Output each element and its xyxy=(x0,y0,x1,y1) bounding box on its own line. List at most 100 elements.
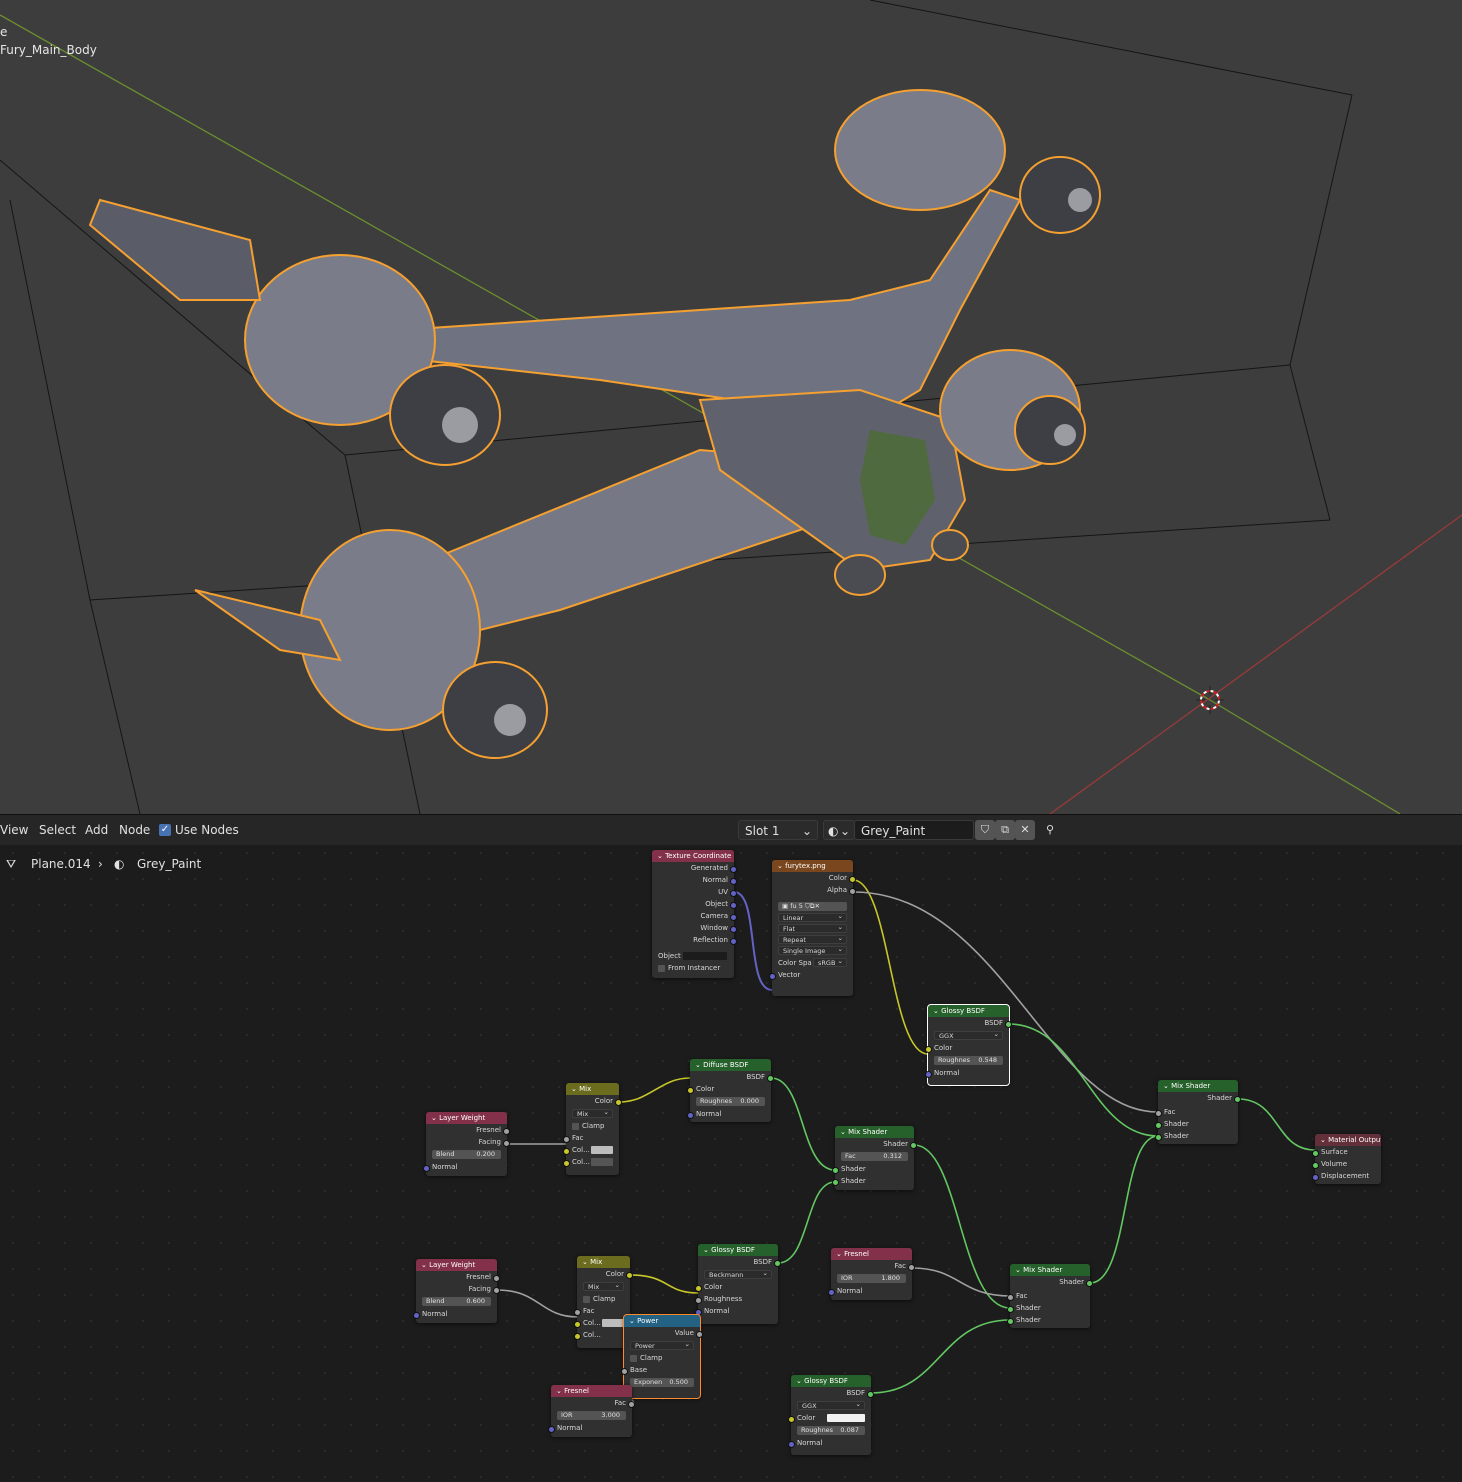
node-header[interactable]: Glossy BSDF xyxy=(791,1375,871,1387)
source-dropdown[interactable]: Single Image xyxy=(778,945,847,955)
roughness-field[interactable]: Roughnes 0.548 xyxy=(934,1056,1003,1065)
socket[interactable] xyxy=(493,1274,500,1282)
socket[interactable] xyxy=(503,1139,510,1147)
socket[interactable] xyxy=(730,913,737,921)
socket[interactable] xyxy=(413,1311,420,1319)
socket[interactable] xyxy=(1007,1293,1014,1301)
node-header[interactable]: Mix Shader xyxy=(1010,1264,1090,1276)
node-header[interactable]: Layer Weight xyxy=(416,1259,497,1271)
object-picker[interactable] xyxy=(683,952,728,960)
node-header[interactable]: Mix xyxy=(566,1083,619,1095)
node-header[interactable]: Fresnel xyxy=(551,1385,632,1397)
socket[interactable] xyxy=(767,1074,774,1082)
image-action-icons[interactable]: ⛉⧉✕ xyxy=(805,902,820,910)
socket[interactable] xyxy=(1007,1317,1014,1325)
socket[interactable] xyxy=(1005,1020,1012,1028)
ior-field[interactable]: IOR 3.000 xyxy=(557,1411,626,1420)
socket[interactable] xyxy=(687,1111,694,1119)
node-fresnel-2[interactable]: Fresnel Fac IOR 3.000 Normal xyxy=(548,1385,635,1437)
socket[interactable] xyxy=(832,1166,839,1174)
socket[interactable] xyxy=(423,1164,430,1172)
socket[interactable] xyxy=(908,1263,915,1271)
socket[interactable] xyxy=(574,1320,581,1328)
shader-node-editor[interactable]: View Select Add Node ✓ Use Nodes Slot 1 ⌄… xyxy=(0,814,1462,1482)
node-mix-shader-1[interactable]: Mix Shader Shader Fac 0.312 Shader Shader xyxy=(832,1126,917,1190)
socket[interactable] xyxy=(628,1400,635,1408)
blend-field[interactable]: Blend 0.600 xyxy=(422,1297,491,1306)
fac-field[interactable]: Fac 0.312 xyxy=(841,1152,908,1161)
operation-dropdown[interactable]: Power xyxy=(630,1340,694,1350)
node-image-texture[interactable]: furytex.png Color Alpha ▣ fu 5 ⛉⧉✕ Linea… xyxy=(769,860,856,996)
socket[interactable] xyxy=(925,1070,932,1078)
socket[interactable] xyxy=(1312,1161,1319,1169)
node-mix-rgb-2[interactable]: Mix Color Mix Clamp Fac Col... Col... xyxy=(574,1256,633,1348)
socket[interactable] xyxy=(574,1332,581,1340)
node-header[interactable]: Texture Coordinate xyxy=(652,850,734,862)
socket[interactable] xyxy=(910,1141,917,1149)
socket[interactable] xyxy=(1155,1109,1162,1117)
socket[interactable] xyxy=(849,875,856,883)
socket[interactable] xyxy=(832,1178,839,1186)
color-swatch[interactable] xyxy=(827,1414,865,1422)
distribution-dropdown[interactable]: Beckmann xyxy=(704,1269,772,1279)
roughness-field[interactable]: Roughnes 0.087 xyxy=(797,1426,865,1435)
socket[interactable] xyxy=(867,1390,874,1398)
node-glossy-bsdf-1[interactable]: Glossy BSDF BSDF GGX Color Roughnes 0.548… xyxy=(925,1004,1012,1086)
socket[interactable] xyxy=(1312,1173,1319,1181)
socket[interactable] xyxy=(1007,1305,1014,1313)
node-glossy-bsdf-3[interactable]: Glossy BSDF BSDF GGX Color Roughnes 0.087… xyxy=(788,1375,874,1455)
socket[interactable] xyxy=(730,889,737,897)
socket[interactable] xyxy=(788,1440,795,1448)
object-field[interactable]: Object xyxy=(652,950,734,962)
node-header[interactable]: Diffuse BSDF xyxy=(690,1059,771,1071)
roughness-field[interactable]: Roughnes 0.000 xyxy=(696,1097,765,1106)
node-header[interactable]: Glossy BSDF xyxy=(928,1005,1009,1017)
socket[interactable] xyxy=(563,1159,570,1167)
checkbox[interactable] xyxy=(572,1122,579,1130)
socket[interactable] xyxy=(1312,1149,1319,1157)
socket[interactable] xyxy=(626,1271,633,1279)
socket[interactable] xyxy=(695,1296,702,1304)
socket[interactable] xyxy=(687,1086,694,1094)
node-glossy-bsdf-2[interactable]: Glossy BSDF BSDF Beckmann Color Roughnes… xyxy=(695,1244,781,1324)
node-diffuse-bsdf[interactable]: Diffuse BSDF BSDF Color Roughnes 0.000 No… xyxy=(687,1059,774,1122)
distribution-dropdown[interactable]: GGX xyxy=(797,1400,865,1410)
node-layer-weight-1[interactable]: Layer Weight Fresnel Facing Blend 0.200 N… xyxy=(423,1112,510,1176)
color-swatch[interactable] xyxy=(602,1319,624,1327)
blend-field[interactable]: Blend 0.200 xyxy=(432,1150,501,1159)
socket[interactable] xyxy=(563,1135,570,1143)
clamp-checkbox[interactable]: Clamp xyxy=(577,1293,630,1305)
node-header[interactable]: Material Output xyxy=(1315,1134,1381,1146)
socket[interactable] xyxy=(1086,1279,1093,1287)
checkbox[interactable] xyxy=(583,1295,590,1303)
socket[interactable] xyxy=(548,1425,555,1433)
socket[interactable] xyxy=(615,1098,622,1106)
3d-viewport[interactable]: e Fury_Main_Body xyxy=(0,0,1462,814)
socket[interactable] xyxy=(774,1259,781,1267)
node-texture-coordinate[interactable]: Texture Coordinate Generated Normal UV O… xyxy=(652,850,737,978)
socket[interactable] xyxy=(925,1045,932,1053)
node-header[interactable]: Mix Shader xyxy=(835,1126,914,1138)
socket[interactable] xyxy=(695,1284,702,1292)
blend-type-dropdown[interactable]: Mix xyxy=(583,1281,624,1291)
clamp-checkbox[interactable]: Clamp xyxy=(566,1120,619,1132)
socket[interactable] xyxy=(730,901,737,909)
blend-type-dropdown[interactable]: Mix xyxy=(572,1108,613,1118)
socket[interactable] xyxy=(730,937,737,945)
node-header[interactable]: Glossy BSDF xyxy=(698,1244,778,1256)
node-header[interactable]: Layer Weight xyxy=(426,1112,507,1124)
exponent-field[interactable]: Exponen 0.500 xyxy=(630,1378,694,1387)
socket[interactable] xyxy=(1155,1133,1162,1141)
node-mix-rgb-1[interactable]: Mix Color Mix Clamp Fac Col... Col... xyxy=(563,1083,622,1175)
image-selector[interactable]: ▣ fu 5 ⛉⧉✕ xyxy=(778,902,847,911)
socket[interactable] xyxy=(696,1330,703,1338)
node-math-power[interactable]: Power Value Power Clamp Base Exponen 0.50… xyxy=(621,1314,703,1399)
distribution-dropdown[interactable]: GGX xyxy=(934,1030,1003,1040)
color-space-dropdown[interactable]: sRGB xyxy=(813,957,847,967)
checkbox[interactable] xyxy=(658,964,665,972)
socket[interactable] xyxy=(563,1147,570,1155)
node-header[interactable]: furytex.png xyxy=(772,860,853,872)
socket[interactable] xyxy=(769,972,776,980)
socket[interactable] xyxy=(730,877,737,885)
socket[interactable] xyxy=(493,1286,500,1294)
